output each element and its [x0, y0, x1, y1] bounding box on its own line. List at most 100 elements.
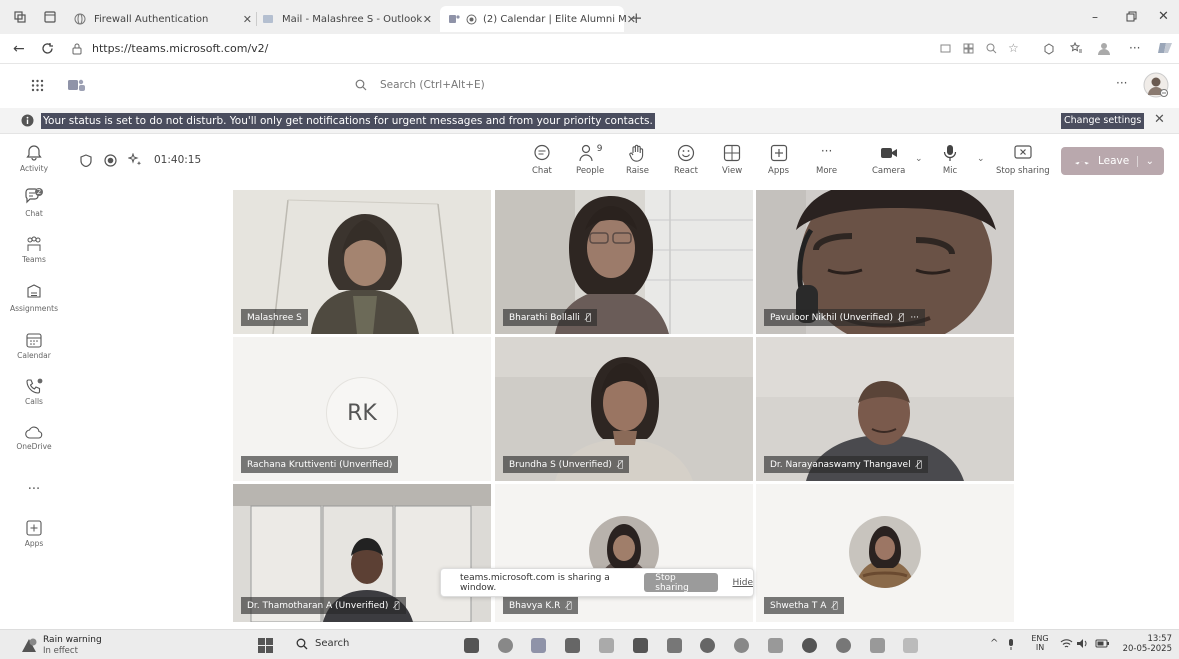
participant-tile[interactable]: Brundha S (Unverified) 🎙̸	[495, 337, 753, 481]
hide-link[interactable]: Hide	[732, 578, 753, 588]
participant-tile[interactable]: Dr. Narayanaswamy Thangavel 🎙̸	[756, 337, 1014, 481]
profile-icon[interactable]	[1097, 41, 1111, 55]
rail-item-assignments[interactable]: Assignments	[0, 284, 68, 313]
settings-more-icon[interactable]: ···	[1129, 41, 1140, 55]
toolbar-raise-button[interactable]: Raise	[626, 144, 649, 176]
toolbar-stop-sharing-button[interactable]: Stop sharing	[996, 144, 1050, 176]
teams-app-icon[interactable]	[531, 638, 546, 653]
participant-tile[interactable]: RK Rachana Kruttiventi (Unverified)	[233, 337, 491, 481]
rail-label: Chat	[25, 209, 43, 218]
rail-item-more[interactable]: ...	[0, 478, 68, 493]
start-button-icon[interactable]	[258, 638, 273, 653]
extensions-icon[interactable]	[1043, 43, 1055, 55]
bell-icon	[26, 144, 42, 164]
battery-icon[interactable]	[1095, 639, 1109, 648]
screen-share-icon[interactable]	[940, 44, 951, 54]
participant-tile[interactable]: Shwetha T A 🎙̸	[756, 484, 1014, 622]
toolbar-view-button[interactable]: View	[722, 144, 742, 176]
leave-button[interactable]: Leave ⌄	[1061, 147, 1164, 175]
taskbar-search[interactable]: Search	[315, 638, 349, 649]
tab-title: Mail - Malashree S - Outlook	[282, 13, 423, 25]
clock-time: 13:57	[1147, 634, 1173, 644]
camera-options-chevron-icon[interactable]: ⌄	[915, 154, 923, 164]
chrome-icon[interactable]	[700, 638, 715, 653]
participant-tile[interactable]: Bharathi Bollalli 🎙̸	[495, 190, 753, 334]
change-settings-button[interactable]: Change settings	[1061, 113, 1145, 129]
audio-playing-icon[interactable]	[466, 14, 477, 25]
restore-icon[interactable]	[1126, 11, 1137, 22]
browser-app-icon[interactable]	[734, 638, 749, 653]
widgets-icon[interactable]	[464, 638, 479, 653]
rail-item-onedrive[interactable]: OneDrive	[0, 426, 68, 451]
toolbar-chat-button[interactable]: Chat	[532, 144, 552, 176]
file-explorer-icon[interactable]	[599, 638, 614, 653]
rail-item-activity[interactable]: Activity	[0, 144, 68, 173]
participant-tile[interactable]: Dr. Thamotharan A (Unverified) 🎙̸	[233, 484, 491, 622]
rail-item-calls[interactable]: Calls	[0, 378, 68, 406]
close-window-icon[interactable]: ✕	[1158, 9, 1169, 24]
rail-item-calendar[interactable]: Calendar	[0, 332, 68, 360]
participant-tile[interactable]: Malashree S	[233, 190, 491, 334]
participant-tile[interactable]: Pavuloor Nikhil (Unverified) 🎙̸ ···	[756, 190, 1014, 334]
rail-item-apps[interactable]: Apps	[0, 520, 68, 548]
stop-sharing-button[interactable]: Stop sharing	[644, 573, 719, 593]
browser-tab-outlook[interactable]: Mail - Malashree S - Outlook ✕	[262, 6, 432, 32]
photos-icon[interactable]	[870, 638, 885, 653]
browser-tab-calendar[interactable]: (2) Calendar | Elite Alumni M ✕	[440, 6, 636, 32]
toolbar-react-button[interactable]: React	[674, 144, 698, 176]
copilot-app-icon[interactable]	[498, 638, 513, 653]
network-app-icon[interactable]	[802, 638, 817, 653]
toolbar-apps-button[interactable]: Apps	[768, 144, 789, 176]
zoom-icon[interactable]	[986, 43, 997, 54]
refresh-icon[interactable]	[41, 42, 54, 55]
close-tab-icon[interactable]: ✕	[423, 13, 432, 26]
excel-icon[interactable]	[633, 638, 648, 653]
toolbar-camera-button[interactable]: Camera	[872, 144, 905, 176]
minimize-icon[interactable]: –	[1092, 10, 1098, 24]
participant-tile[interactable]: Bhavya K.R 🎙̸	[495, 484, 753, 622]
app-launcher-icon[interactable]	[31, 79, 44, 92]
rail-item-chat[interactable]: 2 Chat	[0, 188, 68, 218]
word-icon[interactable]	[667, 638, 682, 653]
sparkle-icon[interactable]	[128, 153, 142, 167]
app-available-icon[interactable]	[963, 43, 974, 54]
edge-icon[interactable]	[836, 638, 851, 653]
leave-options-chevron-icon[interactable]: ⌄	[1136, 155, 1154, 167]
toolbar-more-button[interactable]: ··· More	[816, 144, 837, 176]
favorite-star-icon[interactable]: ☆	[1008, 41, 1019, 55]
store-icon[interactable]	[565, 638, 580, 653]
mic-options-chevron-icon[interactable]: ⌄	[977, 154, 985, 164]
recording-icon[interactable]	[104, 154, 117, 167]
header-more-icon[interactable]: ···	[1116, 76, 1127, 90]
search-input[interactable]: Search (Ctrl+Alt+E)	[380, 79, 485, 91]
participant-name-tag: Bharathi Bollalli 🎙̸	[503, 309, 598, 326]
show-hidden-icons-icon[interactable]: ^	[990, 638, 998, 649]
url-field[interactable]: https://teams.microsoft.com/v2/	[92, 42, 268, 55]
wifi-icon[interactable]	[1060, 638, 1073, 649]
toolbar-people-button[interactable]: 9 People	[576, 144, 604, 176]
calculator-icon[interactable]	[768, 638, 783, 653]
system-clock[interactable]: 13:57 20-05-2025	[1120, 634, 1172, 654]
shield-icon[interactable]	[80, 154, 92, 167]
close-tab-icon[interactable]: ✕	[243, 13, 252, 26]
snipping-tool-icon[interactable]	[903, 638, 918, 653]
volume-icon[interactable]	[1076, 638, 1089, 649]
browser-tab-firewall[interactable]: Firewall Authentication ✕	[74, 6, 252, 32]
weather-warning-icon[interactable]	[20, 636, 38, 654]
copilot-icon[interactable]	[1157, 40, 1173, 56]
participant-more-icon[interactable]: ···	[910, 313, 919, 323]
hand-icon	[629, 144, 645, 166]
favorites-icon[interactable]	[1070, 42, 1083, 54]
toolbar-mic-button[interactable]: Mic	[942, 144, 958, 176]
new-tab-icon[interactable]: +	[630, 9, 643, 27]
language-indicator[interactable]: ENG IN	[1029, 634, 1051, 652]
lock-icon[interactable]	[72, 43, 82, 55]
tab-actions-icon[interactable]	[44, 11, 56, 23]
dismiss-banner-icon[interactable]: ✕	[1154, 112, 1165, 127]
microphone-tray-icon[interactable]	[1007, 638, 1015, 651]
rail-item-teams[interactable]: Teams	[0, 236, 68, 264]
back-icon[interactable]: ←	[13, 41, 25, 57]
toolbar-label: React	[674, 166, 698, 176]
avatar[interactable]	[1143, 72, 1169, 98]
workspaces-icon[interactable]	[14, 11, 26, 23]
